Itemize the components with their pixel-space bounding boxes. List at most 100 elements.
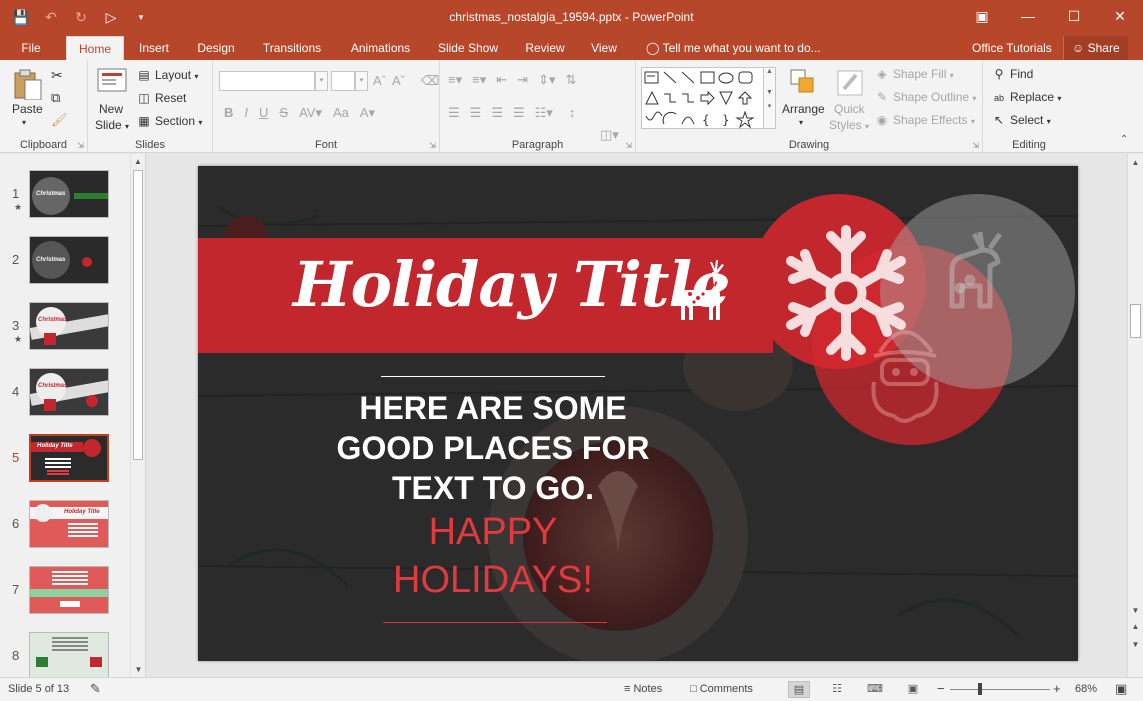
zoom-slider-track[interactable]: [950, 689, 1050, 690]
slide-thumbnail-4[interactable]: 4 Christmas: [5, 368, 120, 422]
select-button[interactable]: ↖ Select ▾: [991, 113, 1051, 127]
undo-icon[interactable]: ↶: [38, 6, 64, 28]
strikethrough-button[interactable]: S: [279, 105, 288, 121]
redo-icon[interactable]: ↻: [68, 6, 94, 28]
italic-button[interactable]: I: [244, 105, 248, 121]
columns-icon[interactable]: ☷▾: [535, 105, 553, 121]
notes-button[interactable]: ≡ Notes: [624, 683, 662, 695]
tab-animations[interactable]: Animations: [343, 36, 418, 60]
increase-font-size-icon[interactable]: Aˆ: [373, 73, 386, 89]
justify-icon[interactable]: ☰: [513, 105, 525, 121]
new-slide-label-1[interactable]: New: [99, 102, 123, 116]
font-name-dropdown-icon[interactable]: ▾: [315, 71, 328, 91]
slide-title[interactable]: Holiday Title: [293, 248, 730, 321]
shapes-gallery[interactable]: { }: [641, 67, 764, 129]
spelling-check-icon[interactable]: ✎: [90, 681, 101, 697]
line-spacing-icon[interactable]: ⇕▾: [538, 72, 555, 88]
next-slide-icon[interactable]: ▼: [1128, 638, 1143, 652]
reset-button[interactable]: ◫ Reset: [136, 91, 186, 105]
find-button[interactable]: ⚲ Find: [991, 67, 1034, 81]
zoom-level[interactable]: 68%: [1075, 683, 1097, 695]
align-text-icon[interactable]: ↕: [569, 105, 576, 121]
underline-button[interactable]: U: [259, 105, 268, 121]
share-button[interactable]: ☺ Share: [1063, 36, 1128, 60]
align-right-icon[interactable]: ☰: [491, 105, 503, 121]
paste-icon[interactable]: [12, 68, 44, 100]
current-slide[interactable]: Holiday Title HERE ARE SOME GOOD PLACES …: [198, 166, 1078, 661]
shapes-scroll-down-icon[interactable]: ▼: [764, 89, 775, 96]
happy-holidays-text-box[interactable]: HAPPY HOLIDAYS!: [323, 508, 663, 604]
save-icon[interactable]: 💾: [8, 6, 34, 28]
shapes-scroll-up-icon[interactable]: ▲: [764, 68, 775, 75]
shapes-more-icon[interactable]: ▾: [764, 102, 775, 110]
quick-styles-icon[interactable]: [834, 67, 866, 99]
thumbnail-scroll-up-icon[interactable]: ▲: [131, 154, 145, 169]
font-size-field[interactable]: [331, 71, 355, 91]
ribbon-display-options-icon[interactable]: ▣: [959, 0, 1005, 32]
paste-button[interactable]: Paste: [12, 102, 43, 116]
font-color-icon[interactable]: A▾: [360, 105, 375, 121]
arrange-button[interactable]: Arrange: [782, 102, 825, 116]
zoom-slider-knob[interactable]: [978, 683, 982, 695]
tab-transitions[interactable]: Transitions: [256, 36, 328, 60]
shapes-gallery-scroll[interactable]: ▲ ▼ ▾: [764, 67, 776, 129]
slide-scroll-thumb[interactable]: [1130, 304, 1141, 338]
slide-thumbnail-3[interactable]: 3 ★ Christmas: [5, 302, 120, 356]
cut-icon[interactable]: ✂: [51, 67, 63, 84]
slide-sorter-button[interactable]: ☷: [826, 681, 848, 698]
format-painter-icon[interactable]: 🖌: [51, 112, 68, 128]
reading-view-button[interactable]: ⌨: [864, 681, 886, 698]
replace-button[interactable]: ab Replace ▾: [991, 90, 1061, 104]
tab-slideshow[interactable]: Slide Show: [433, 36, 503, 60]
zoom-in-button[interactable]: +: [1053, 681, 1061, 696]
align-center-icon[interactable]: ☰: [470, 105, 482, 121]
office-tutorials-link[interactable]: Office Tutorials: [972, 36, 1052, 60]
tab-home[interactable]: Home: [66, 36, 124, 60]
decrease-font-size-icon[interactable]: Aˇ: [392, 73, 405, 89]
clipboard-launcher-icon[interactable]: ⇲: [77, 141, 84, 150]
paste-dropdown-icon[interactable]: ▾: [22, 118, 26, 127]
font-name-field[interactable]: [219, 71, 315, 91]
shape-fill-button[interactable]: ◈ Shape Fill ▾: [874, 67, 953, 81]
fit-slide-icon[interactable]: ▣: [1115, 681, 1127, 697]
drawing-launcher-icon[interactable]: ⇲: [972, 141, 979, 150]
arrange-icon[interactable]: [788, 67, 820, 99]
start-from-beginning-icon[interactable]: ▷: [98, 6, 124, 28]
layout-button[interactable]: ▤ Layout ▾: [136, 68, 198, 82]
slideshow-view-button[interactable]: ▣: [902, 681, 924, 698]
comments-button[interactable]: □ Comments: [690, 683, 753, 695]
thumbnail-scrollbar[interactable]: ▲ ▼: [130, 154, 145, 677]
slide-scroll-down-icon[interactable]: ▼: [1128, 604, 1143, 618]
tell-me-box[interactable]: ◯ Tell me what you want to do...: [646, 36, 821, 60]
numbering-icon[interactable]: ≡▾: [472, 72, 486, 88]
slide-thumbnail-7[interactable]: 7: [5, 566, 120, 620]
thumbnail-scroll-down-icon[interactable]: ▼: [131, 662, 145, 677]
tab-review[interactable]: Review: [518, 36, 572, 60]
quick-styles-button[interactable]: Styles ▾: [829, 118, 869, 132]
new-slide-button[interactable]: Slide ▾: [95, 118, 129, 132]
character-spacing-icon[interactable]: AV▾: [299, 105, 322, 121]
increase-indent-icon[interactable]: ⇥: [517, 72, 528, 88]
copy-icon[interactable]: ⧉: [51, 90, 60, 106]
arrange-dropdown-icon[interactable]: ▾: [799, 118, 803, 127]
change-case-button[interactable]: Aa: [333, 105, 349, 121]
normal-view-button[interactable]: ▤: [788, 681, 810, 698]
quick-styles-label-1[interactable]: Quick: [834, 102, 865, 116]
previous-slide-icon[interactable]: ▲: [1128, 620, 1143, 634]
slide-thumbnail-2[interactable]: 2 Christmas: [5, 236, 120, 290]
body-text-box[interactable]: HERE ARE SOME GOOD PLACES FOR TEXT TO GO…: [323, 388, 663, 508]
tab-file[interactable]: File: [10, 36, 52, 60]
thumbnail-scroll-thumb[interactable]: [133, 170, 143, 460]
slide-scroll-up-icon[interactable]: ▲: [1128, 156, 1143, 170]
customize-qat-icon[interactable]: ▾: [128, 6, 154, 28]
slide-thumbnail-5[interactable]: 5 Holiday Title: [5, 434, 120, 488]
tab-design[interactable]: Design: [190, 36, 242, 60]
collapse-ribbon-icon[interactable]: ⌃: [1120, 134, 1128, 145]
zoom-out-button[interactable]: −: [937, 681, 945, 696]
align-left-icon[interactable]: ☰: [448, 105, 460, 121]
section-button[interactable]: ▦ Section ▾: [136, 114, 202, 128]
paragraph-launcher-icon[interactable]: ⇲: [625, 141, 632, 150]
bullets-icon[interactable]: ≡▾: [448, 72, 462, 88]
shape-outline-button[interactable]: ✎ Shape Outline ▾: [874, 90, 976, 104]
slide-scrollbar[interactable]: ▲ ▼ ▲ ▼: [1127, 154, 1143, 677]
